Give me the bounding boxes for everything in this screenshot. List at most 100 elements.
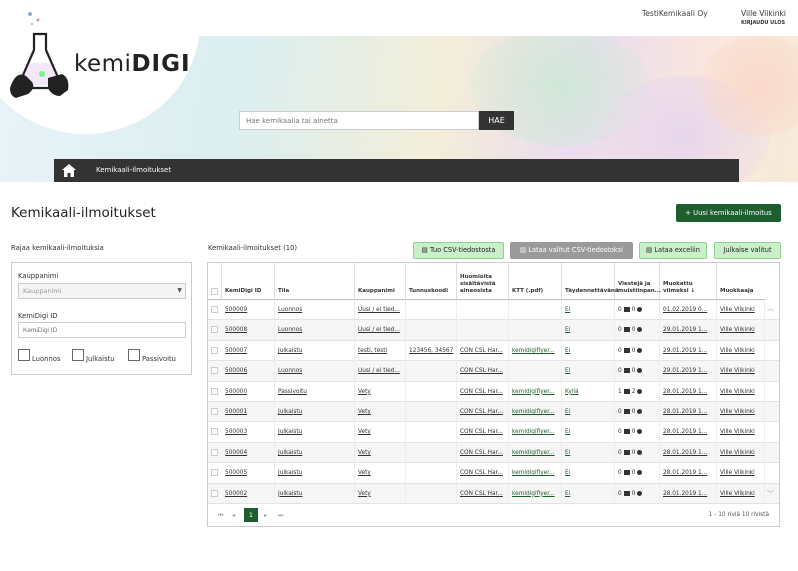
cell-status-text[interactable]: Passivoitu bbox=[278, 389, 307, 395]
cell-editor[interactable]: Ville Viikinki bbox=[717, 381, 765, 402]
cell-editor[interactable]: Ville Viikinki bbox=[717, 402, 765, 422]
cell-msgs[interactable]: 00 bbox=[615, 361, 660, 382]
cell-id[interactable]: 500009 bbox=[222, 300, 275, 320]
cell-modified-text[interactable]: 28.01.2019 1... bbox=[663, 491, 707, 497]
cell-modified-text[interactable]: 28.01.2019 1... bbox=[663, 389, 707, 395]
cell-ktt[interactable]: kemidigiflyer... bbox=[509, 340, 562, 361]
cell-editor-text[interactable]: Ville Viikinki bbox=[720, 307, 755, 313]
import-csv-button[interactable]: ▤ Tuo CSV-tiedostosta bbox=[413, 242, 504, 259]
cell-notes[interactable]: CON CSL Har... bbox=[457, 361, 509, 382]
select-all-checkbox[interactable] bbox=[211, 288, 218, 295]
cell-name[interactable]: Vety bbox=[355, 463, 406, 484]
scroll-up-icon[interactable]: ︿ bbox=[767, 303, 774, 313]
status-checkbox-passivated[interactable] bbox=[128, 349, 140, 361]
cell-editor-text[interactable]: Ville Viikinki bbox=[720, 470, 755, 476]
cell-name-text[interactable]: Vety bbox=[358, 389, 371, 395]
cell-name[interactable]: Uusi / ei tied... bbox=[355, 320, 406, 341]
cell-status-text[interactable]: Luonnos bbox=[278, 307, 302, 313]
cell-modified-text[interactable]: 28.01.2019 1... bbox=[663, 429, 707, 435]
cell-id-text[interactable]: 500003 bbox=[225, 429, 247, 435]
download-excel-button[interactable]: ▤ Lataa exceliin bbox=[639, 242, 707, 259]
cell-name-text[interactable]: Uusi / ei tied... bbox=[358, 327, 400, 333]
cell-modified-text[interactable]: 29.01.2019 1... bbox=[663, 348, 707, 354]
cell-id-text[interactable]: 500009 bbox=[225, 307, 247, 313]
cell-supplement-text[interactable]: Ei bbox=[565, 307, 570, 313]
cell-modified-text[interactable]: 29.01.2019 1... bbox=[663, 327, 707, 333]
cell-status[interactable]: Julkaistu bbox=[275, 402, 355, 422]
cell-supplement-text[interactable]: Ei bbox=[565, 450, 570, 456]
cell-id-text[interactable]: 500001 bbox=[225, 409, 247, 415]
organization-name[interactable]: TestiKemikaali Oy bbox=[642, 9, 708, 18]
cell-name[interactable]: Uusi / ei tied... bbox=[355, 300, 406, 320]
col-header-status[interactable]: Tila bbox=[275, 263, 355, 300]
cell-name-text[interactable]: Vety bbox=[358, 491, 371, 497]
cell-editor[interactable]: Ville Viikinki bbox=[717, 442, 765, 463]
prev-page-icon[interactable]: ◂ bbox=[232, 512, 235, 519]
cell-modified[interactable]: 28.01.2019 1... bbox=[660, 402, 717, 422]
cell-name[interactable]: Vety bbox=[355, 442, 406, 463]
cell-id[interactable]: 500000 bbox=[222, 381, 275, 402]
search-input[interactable] bbox=[239, 111, 479, 130]
cell-modified[interactable]: 28.01.2019 1... bbox=[660, 381, 717, 402]
cell-ktt-text[interactable]: kemidigiflyer... bbox=[512, 429, 555, 435]
id-filter-input[interactable] bbox=[18, 322, 186, 338]
cell-notes[interactable]: CON CSL Har... bbox=[457, 442, 509, 463]
cell-supplement-text[interactable]: Ei bbox=[565, 429, 570, 435]
cell-name-text[interactable]: testi, testi bbox=[358, 348, 387, 354]
cell-modified[interactable]: 29.01.2019 1... bbox=[660, 361, 717, 382]
cell-editor[interactable]: Ville Viikinki bbox=[717, 320, 765, 341]
cell-status[interactable]: Luonnos bbox=[275, 320, 355, 341]
row-checkbox[interactable] bbox=[211, 408, 218, 415]
cell-ktt-text[interactable]: kemidigiflyer... bbox=[512, 348, 555, 354]
cell-modified[interactable]: 29.01.2019 1... bbox=[660, 340, 717, 361]
cell-status[interactable]: Luonnos bbox=[275, 361, 355, 382]
cell-id-text[interactable]: 500006 bbox=[225, 368, 247, 374]
first-page-icon[interactable]: ⏮ bbox=[218, 512, 223, 520]
cell-name[interactable]: Uusi / ei tied... bbox=[355, 361, 406, 382]
cell-id[interactable]: 500007 bbox=[222, 340, 275, 361]
row-checkbox[interactable] bbox=[211, 367, 218, 375]
cell-notes[interactable]: CON CSL Har... bbox=[457, 340, 509, 361]
cell-status-text[interactable]: Julkaistu bbox=[278, 450, 302, 456]
cell-notes[interactable]: CON CSL Har... bbox=[457, 402, 509, 422]
cell-status[interactable]: Passivoitu bbox=[275, 381, 355, 402]
cell-msgs[interactable]: 00 bbox=[615, 422, 660, 443]
new-notification-button[interactable]: + Uusi kemikaali-ilmoitus bbox=[676, 204, 781, 222]
row-checkbox[interactable] bbox=[211, 387, 218, 395]
cell-id-text[interactable]: 500002 bbox=[225, 491, 247, 497]
cell-ktt-text[interactable]: kemidigiflyer... bbox=[512, 409, 555, 415]
table-row[interactable]: 500002 Julkaistu Vety CON CSL Har... kemidig… bbox=[208, 483, 779, 504]
next-page-icon[interactable]: ▸ bbox=[264, 512, 267, 519]
cell-supplement[interactable]: Ei bbox=[562, 361, 615, 382]
cell-supplement[interactable]: Ei bbox=[562, 463, 615, 484]
cell-editor-text[interactable]: Ville Viikinki bbox=[720, 429, 755, 435]
cell-status[interactable]: Julkaistu bbox=[275, 442, 355, 463]
cell-name[interactable]: Vety bbox=[355, 381, 406, 402]
table-row[interactable]: 500001 Julkaistu Vety CON CSL Har... kemidig… bbox=[208, 402, 779, 423]
cell-msgs[interactable]: 12 bbox=[615, 381, 660, 402]
cell-name-text[interactable]: Vety bbox=[358, 429, 371, 435]
cell-modified-text[interactable]: 01.02.2019 0... bbox=[663, 307, 707, 313]
cell-editor[interactable]: Ville Viikinki bbox=[717, 463, 765, 484]
cell-modified[interactable]: 28.01.2019 1... bbox=[660, 422, 717, 443]
cell-supplement[interactable]: Ei bbox=[562, 340, 615, 361]
cell-notes-text[interactable]: CON CSL Har... bbox=[460, 409, 503, 415]
cell-ktt-text[interactable]: kemidigiflyer... bbox=[512, 389, 555, 395]
cell-name[interactable]: Vety bbox=[355, 483, 406, 504]
cell-status-text[interactable]: Luonnos bbox=[278, 327, 302, 333]
col-header-supplement[interactable]: Täydennettävänä bbox=[562, 263, 619, 300]
table-row[interactable]: 500005 Julkaistu Vety CON CSL Har... kemidig… bbox=[208, 463, 779, 484]
cell-supplement[interactable]: Ei bbox=[562, 422, 615, 443]
last-page-icon[interactable]: ⏭ bbox=[278, 512, 283, 520]
search-button[interactable]: HAE bbox=[479, 111, 514, 130]
row-checkbox[interactable] bbox=[211, 448, 218, 456]
cell-code-text[interactable]: 123456, 34567 bbox=[409, 348, 453, 354]
cell-supplement-text[interactable]: Ei bbox=[565, 348, 570, 354]
cell-supplement-text[interactable]: Kyllä bbox=[565, 389, 579, 395]
cell-editor-text[interactable]: Ville Viikinki bbox=[720, 409, 755, 415]
cell-editor-text[interactable]: Ville Viikinki bbox=[720, 389, 755, 395]
nav-item-chemical-notifications[interactable]: Kemikaali-ilmoitukset bbox=[96, 166, 171, 174]
cell-notes-text[interactable]: CON CSL Har... bbox=[460, 491, 503, 497]
cell-modified[interactable]: 28.01.2019 1... bbox=[660, 442, 717, 463]
cell-editor[interactable]: Ville Viikinki bbox=[717, 422, 765, 443]
